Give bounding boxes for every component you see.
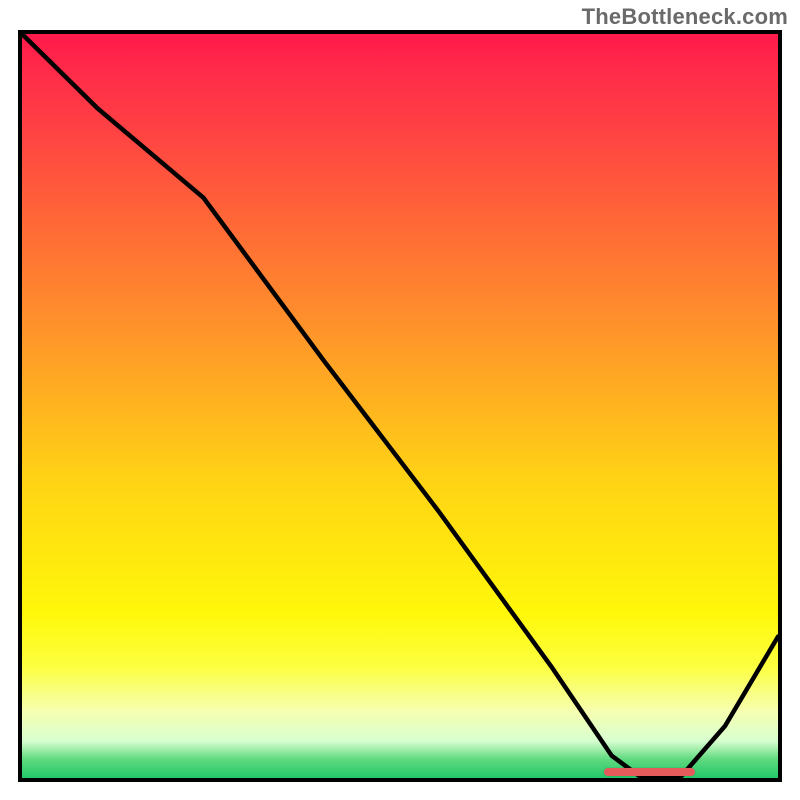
curve-path	[22, 34, 778, 778]
watermark-text: TheBottleneck.com	[582, 4, 788, 30]
plot-area	[18, 30, 782, 782]
bottleneck-curve	[22, 34, 778, 778]
stage: TheBottleneck.com	[0, 0, 800, 800]
min-bottleneck-marker	[604, 768, 695, 776]
